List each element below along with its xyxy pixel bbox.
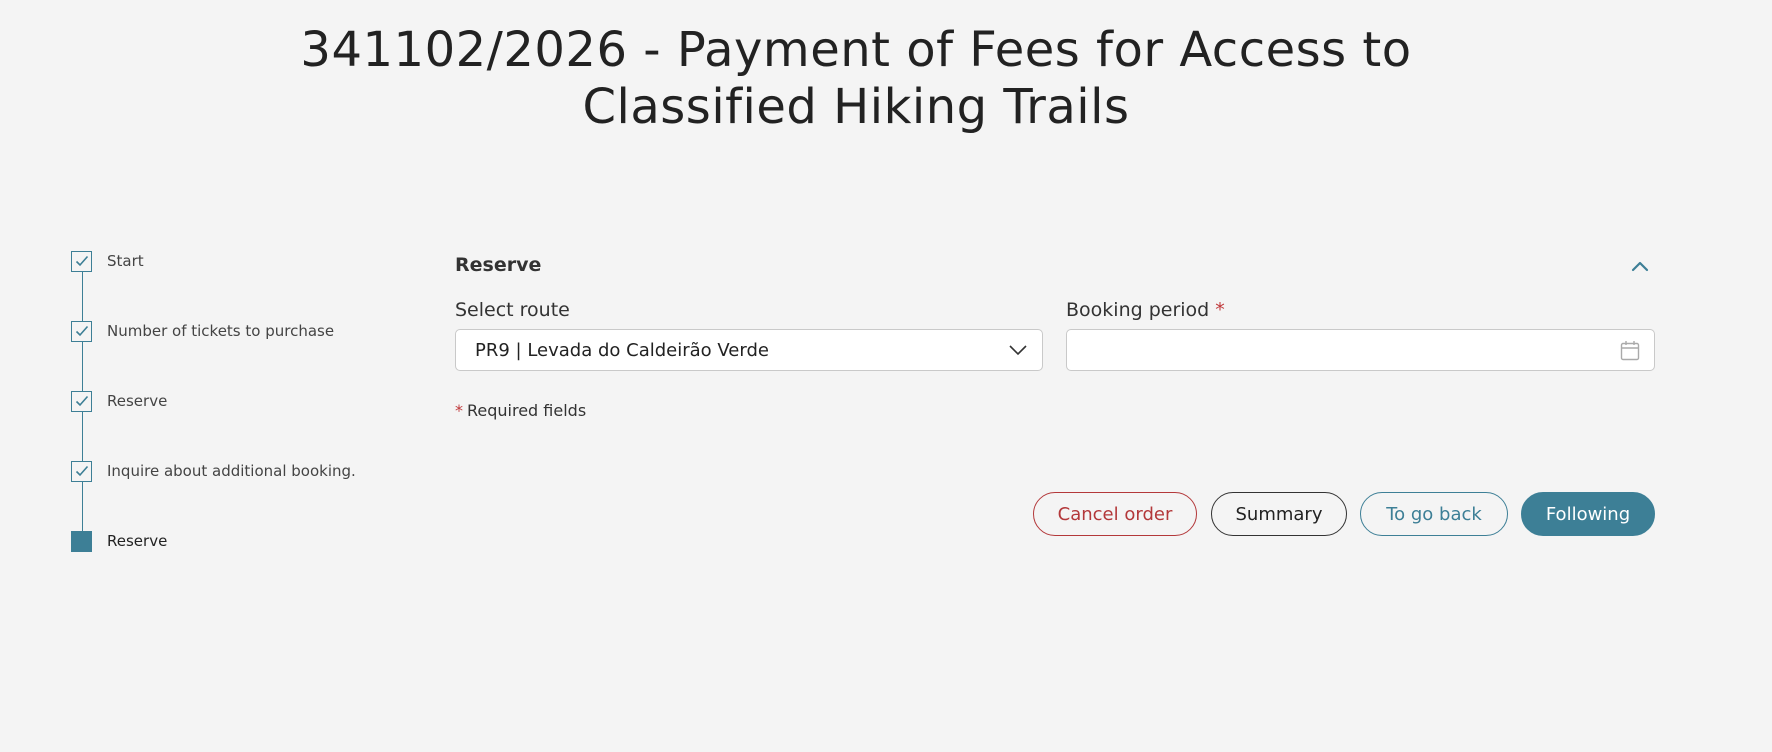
step-checkbox: [71, 390, 92, 412]
route-selected-value: PR9 | Levada do Caldeirão Verde: [475, 339, 769, 361]
required-asterisk: *: [1215, 299, 1225, 321]
page-title-line-1: 341102/2026 - Payment of Fees for Access…: [300, 22, 1412, 78]
route-select[interactable]: PR9 | Levada do Caldeirão Verde: [455, 329, 1043, 371]
following-button[interactable]: Following: [1521, 492, 1655, 536]
summary-button[interactable]: Summary: [1211, 492, 1347, 536]
progress-stepper: Start Number of tickets to purchase Rese…: [71, 249, 391, 559]
page-title-line-2: Classified Hiking Trails: [582, 79, 1130, 135]
required-fields-note: * Required fields: [455, 401, 586, 420]
calendar-icon[interactable]: [1620, 340, 1640, 362]
step-checkbox: [71, 320, 92, 342]
checkmark-icon: [75, 325, 88, 337]
step-label: Number of tickets to purchase: [107, 322, 335, 340]
step-label: Reserve: [107, 392, 168, 410]
step-start[interactable]: Start: [71, 249, 144, 273]
step-additional-booking[interactable]: Inquire about additional booking.: [71, 459, 356, 483]
booking-period-field[interactable]: [1066, 329, 1655, 371]
checkmark-icon: [75, 395, 88, 407]
checkmark-icon: [75, 465, 88, 477]
page-title: 341102/2026 - Payment of Fees for Access…: [0, 22, 1712, 136]
cancel-order-button[interactable]: Cancel order: [1033, 492, 1197, 536]
step-label: Inquire about additional booking.: [107, 462, 356, 480]
step-current-indicator: [71, 530, 92, 552]
step-number-of-tickets[interactable]: Number of tickets to purchase: [71, 319, 334, 343]
chevron-up-icon[interactable]: [1628, 256, 1652, 276]
step-reserve[interactable]: Reserve: [71, 389, 167, 413]
go-back-button[interactable]: To go back: [1360, 492, 1508, 536]
step-label: Reserve: [107, 532, 168, 550]
step-checkbox: [71, 250, 92, 272]
section-title: Reserve: [455, 254, 542, 276]
step-label: Start: [107, 252, 144, 270]
step-reserve-current[interactable]: Reserve: [71, 529, 167, 553]
route-label: Select route: [455, 299, 570, 321]
checkmark-icon: [75, 255, 88, 267]
chevron-down-icon: [1009, 345, 1027, 356]
booking-period-label: Booking period *: [1066, 299, 1225, 321]
required-asterisk: *: [455, 401, 463, 420]
booking-period-input[interactable]: [1067, 330, 1611, 368]
required-fields-text: Required fields: [467, 401, 587, 420]
step-checkbox: [71, 460, 92, 482]
booking-period-label-text: Booking period: [1066, 299, 1210, 321]
